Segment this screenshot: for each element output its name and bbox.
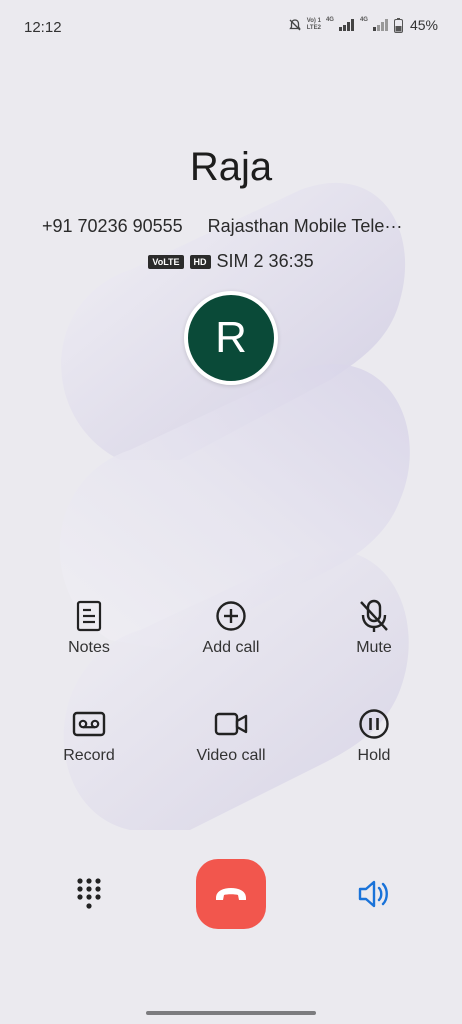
signal-icon-2	[372, 19, 388, 31]
caller-number: +91 70236 90555	[42, 216, 183, 236]
caller-avatar: R	[184, 291, 278, 385]
caller-number-row: +91 70236 90555 Rajasthan Mobile Tele···	[42, 216, 432, 237]
status-bar: 12:12 Vo) 1 LTE2 4G 4G 45%	[0, 0, 462, 56]
avatar-initial: R	[215, 313, 247, 362]
hold-label: Hold	[357, 747, 391, 764]
battery-percentage: 45%	[409, 17, 438, 33]
sim-and-call-duration: SIM 2 36:35	[216, 251, 314, 271]
record-button[interactable]: Record	[34, 707, 144, 765]
call-info-row: VoLTE HD SIM 2 36:35	[0, 251, 462, 272]
mute-icon	[360, 599, 388, 632]
end-call-button[interactable]	[196, 859, 266, 929]
signal-icon-1	[338, 19, 354, 31]
end-call-icon	[216, 888, 246, 900]
add-call-icon	[216, 601, 246, 631]
notes-label: Notes	[68, 639, 110, 656]
record-label: Record	[63, 747, 115, 764]
network-type-2: 4G	[359, 17, 368, 23]
video-call-icon	[214, 712, 248, 736]
battery-icon	[393, 17, 403, 33]
status-time: 12:12	[24, 19, 62, 36]
do-not-disturb-icon	[288, 19, 301, 31]
dialpad-icon	[77, 878, 101, 909]
video-call-button[interactable]: Video call	[176, 707, 286, 765]
mute-label: Mute	[356, 639, 392, 656]
dialpad-button[interactable]	[70, 876, 108, 912]
mute-button[interactable]: Mute	[319, 599, 429, 657]
hd-badge: HD	[189, 254, 211, 269]
hold-icon	[359, 709, 389, 739]
caller-carrier: Rajasthan Mobile Tele···	[207, 216, 403, 236]
volte-badge: VoLTE	[148, 254, 184, 269]
add-call-button[interactable]: Add call	[176, 599, 286, 657]
video-call-label: Video call	[196, 747, 266, 764]
notes-button[interactable]: Notes	[34, 599, 144, 657]
network-type-1: 4G	[325, 17, 334, 23]
speaker-button[interactable]	[354, 876, 394, 912]
record-icon	[72, 711, 106, 737]
speaker-icon	[358, 880, 388, 908]
volte-label: Vo) 1 LTE2	[306, 18, 321, 31]
notes-icon	[76, 600, 102, 632]
add-call-label: Add call	[202, 639, 260, 656]
status-icons: Vo) 1 LTE2 4G 4G 45%	[288, 17, 438, 33]
caller-name: Raja	[189, 145, 273, 189]
hold-button[interactable]: Hold	[319, 707, 429, 765]
home-indicator[interactable]	[146, 1011, 316, 1015]
